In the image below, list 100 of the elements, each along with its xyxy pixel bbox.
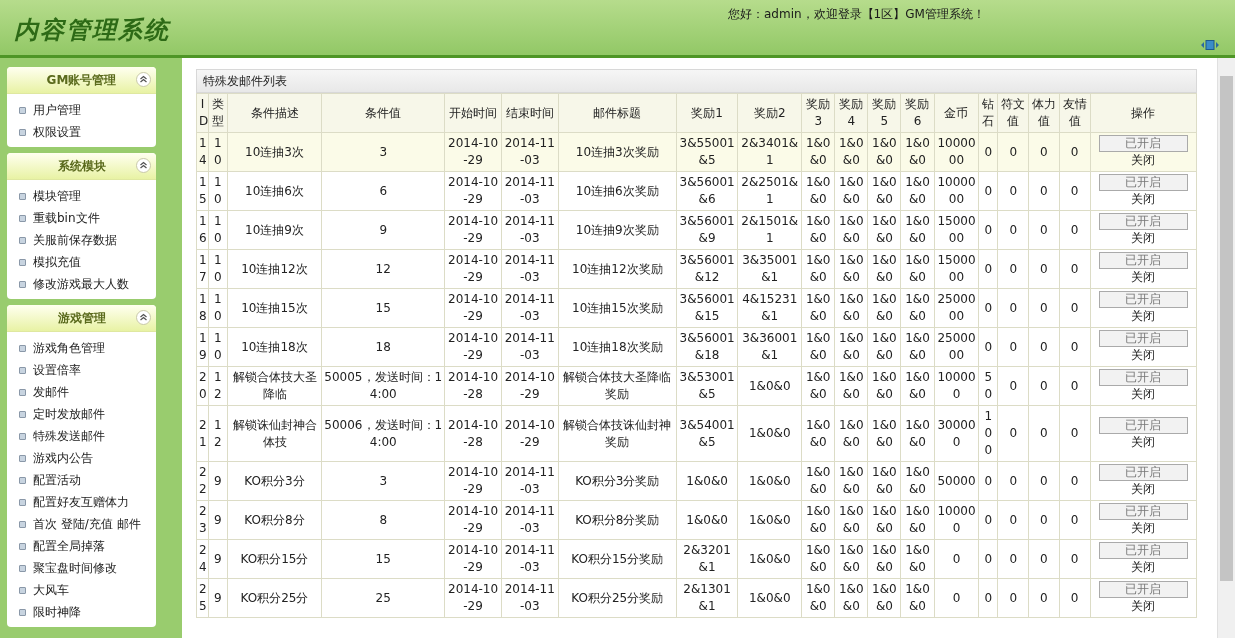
menu-link[interactable]: 游戏内公告 [33, 449, 93, 467]
close-link[interactable]: 关闭 [1098, 347, 1188, 364]
table-cell: 16 [196, 210, 209, 250]
close-link[interactable]: 关闭 [1098, 191, 1188, 208]
bullet-icon [19, 476, 26, 484]
table-cell: 50000 [934, 461, 979, 501]
panel-header[interactable]: 游戏管理 [7, 305, 156, 332]
table-cell: 0 [997, 578, 1029, 618]
menu-link[interactable]: 设置倍率 [33, 361, 81, 379]
table-cell: 0 [997, 539, 1029, 579]
status-button[interactable]: 已开启 [1098, 135, 1188, 152]
close-link[interactable]: 关闭 [1098, 481, 1188, 498]
menu-link[interactable]: 权限设置 [33, 123, 81, 141]
status-button[interactable]: 已开启 [1098, 291, 1188, 308]
status-button[interactable]: 已开启 [1098, 252, 1188, 269]
menu-link[interactable]: 首次 登陆/充值 邮件 [33, 515, 141, 533]
table-cell: 1&0&0 [737, 539, 802, 579]
status-button[interactable]: 已开启 [1098, 464, 1188, 481]
sidebar-toggle-icon[interactable] [1201, 40, 1219, 50]
collapse-icon[interactable] [136, 310, 151, 325]
menu-link[interactable]: 配置全局掉落 [33, 537, 105, 555]
status-button[interactable]: 已开启 [1098, 330, 1188, 347]
table-cell: 1&0&0 [834, 461, 868, 501]
column-header: 操作 [1090, 93, 1197, 133]
close-link[interactable]: 关闭 [1098, 520, 1188, 537]
table-cell: 15 [321, 539, 445, 579]
table-cell: 3&56001&9 [676, 210, 738, 250]
table-cell: 1&0&0 [900, 461, 935, 501]
column-header: 结束时间 [501, 93, 559, 133]
menu-link[interactable]: 关服前保存数据 [33, 231, 117, 249]
close-link[interactable]: 关闭 [1098, 230, 1188, 247]
bullet-icon [19, 608, 26, 616]
menu-link[interactable]: 定时发放邮件 [33, 405, 105, 423]
scrollbar-thumb[interactable] [1220, 76, 1233, 581]
table-cell: 2500000 [934, 327, 979, 367]
menu-link[interactable]: 用户管理 [33, 101, 81, 119]
collapse-icon[interactable] [136, 158, 151, 173]
table-cell: 解锁合体技大圣降临奖励 [558, 366, 677, 406]
collapse-icon[interactable] [136, 72, 151, 87]
scrollbar[interactable] [1217, 58, 1235, 638]
status-button[interactable]: 已开启 [1098, 503, 1188, 520]
status-button[interactable]: 已开启 [1098, 416, 1188, 434]
table-cell: 2014-10-29 [444, 578, 502, 618]
table-cell: 0 [1028, 500, 1060, 540]
close-link[interactable]: 关闭 [1098, 559, 1188, 576]
menu-link[interactable]: 配置好友互赠体力 [33, 493, 129, 511]
menu-link[interactable]: 聚宝盘时间修改 [33, 559, 117, 577]
table-cell: 18 [196, 288, 209, 328]
table-row[interactable]: 20 12 解锁合体技大圣降临 50005，发送时间：14:00 2014-10-28 2014-10-29 解锁合体技大圣降临奖励 3&53001&5 1&0&0 1&0&0 1&0&0 1&0&0 1&0&0 100000 50 0 0 0 已开启 关闭 [196, 366, 1197, 406]
menu-link[interactable]: 大风车 [33, 581, 69, 599]
close-link[interactable]: 关闭 [1098, 152, 1188, 169]
bullet-icon [19, 410, 26, 418]
table-cell: 3&36001&1 [737, 327, 802, 367]
table-cell: 2&1301&1 [676, 578, 738, 618]
menu-link[interactable]: 特殊发送邮件 [33, 427, 105, 445]
table-cell: 1&0&0 [801, 500, 835, 540]
table-cell: 10 [208, 249, 228, 289]
table-cell: 0 [1028, 249, 1060, 289]
table-cell: 300000 [934, 405, 979, 462]
panel-header[interactable]: 系统模块 [7, 153, 156, 180]
menu-link[interactable]: 游戏角色管理 [33, 339, 105, 357]
table-cell: 2014-10-29 [444, 461, 502, 501]
table-cell: 2014-10-29 [444, 539, 502, 579]
table-cell: KO积分25分 [227, 578, 322, 618]
close-link[interactable]: 关闭 [1098, 308, 1188, 325]
column-header: 符文值 [997, 93, 1029, 133]
menu-link[interactable]: 修改游戏最大人数 [33, 275, 129, 293]
menu-link[interactable]: 发邮件 [33, 383, 69, 401]
bullet-icon [19, 520, 26, 528]
close-link[interactable]: 关闭 [1098, 433, 1188, 451]
table-cell: 50 [978, 366, 998, 406]
close-link[interactable]: 关闭 [1098, 386, 1188, 403]
table-cell: 12 [208, 405, 228, 462]
status-button[interactable]: 已开启 [1098, 369, 1188, 386]
close-link[interactable]: 关闭 [1098, 269, 1188, 286]
table-cell: 10连抽18次奖励 [558, 327, 677, 367]
table-cell: 1&0&0 [737, 500, 802, 540]
status-button[interactable]: 已开启 [1098, 581, 1188, 598]
table-cell: 3 [321, 461, 445, 501]
table-cell: 2014-11-03 [501, 171, 559, 211]
status-button[interactable]: 已开启 [1098, 213, 1188, 230]
table-cell: 0 [1028, 327, 1060, 367]
table-cell: 1&0&0 [834, 578, 868, 618]
table-cell: 2014-10-29 [444, 249, 502, 289]
menu-link[interactable]: 限时神降 [33, 603, 81, 621]
menu-link[interactable]: 配置活动 [33, 471, 81, 489]
status-button[interactable]: 已开启 [1098, 542, 1188, 559]
menu-link[interactable]: 重载bin文件 [33, 209, 100, 227]
panel-header[interactable]: GM账号管理 [7, 67, 156, 94]
table-cell: 10连抽12次 [227, 249, 322, 289]
table-cell: 3 [321, 132, 445, 172]
menu-link[interactable]: 模块管理 [33, 187, 81, 205]
table-cell: 25 [321, 578, 445, 618]
menu-link[interactable]: 模拟充值 [33, 253, 81, 271]
table-cell: 1&0&0 [900, 366, 935, 406]
table-cell: 3&55001&5 [676, 132, 738, 172]
close-link[interactable]: 关闭 [1098, 598, 1188, 615]
table-cell: 0 [1059, 500, 1090, 540]
status-button[interactable]: 已开启 [1098, 174, 1188, 191]
table-cell: 1&0&0 [834, 288, 868, 328]
